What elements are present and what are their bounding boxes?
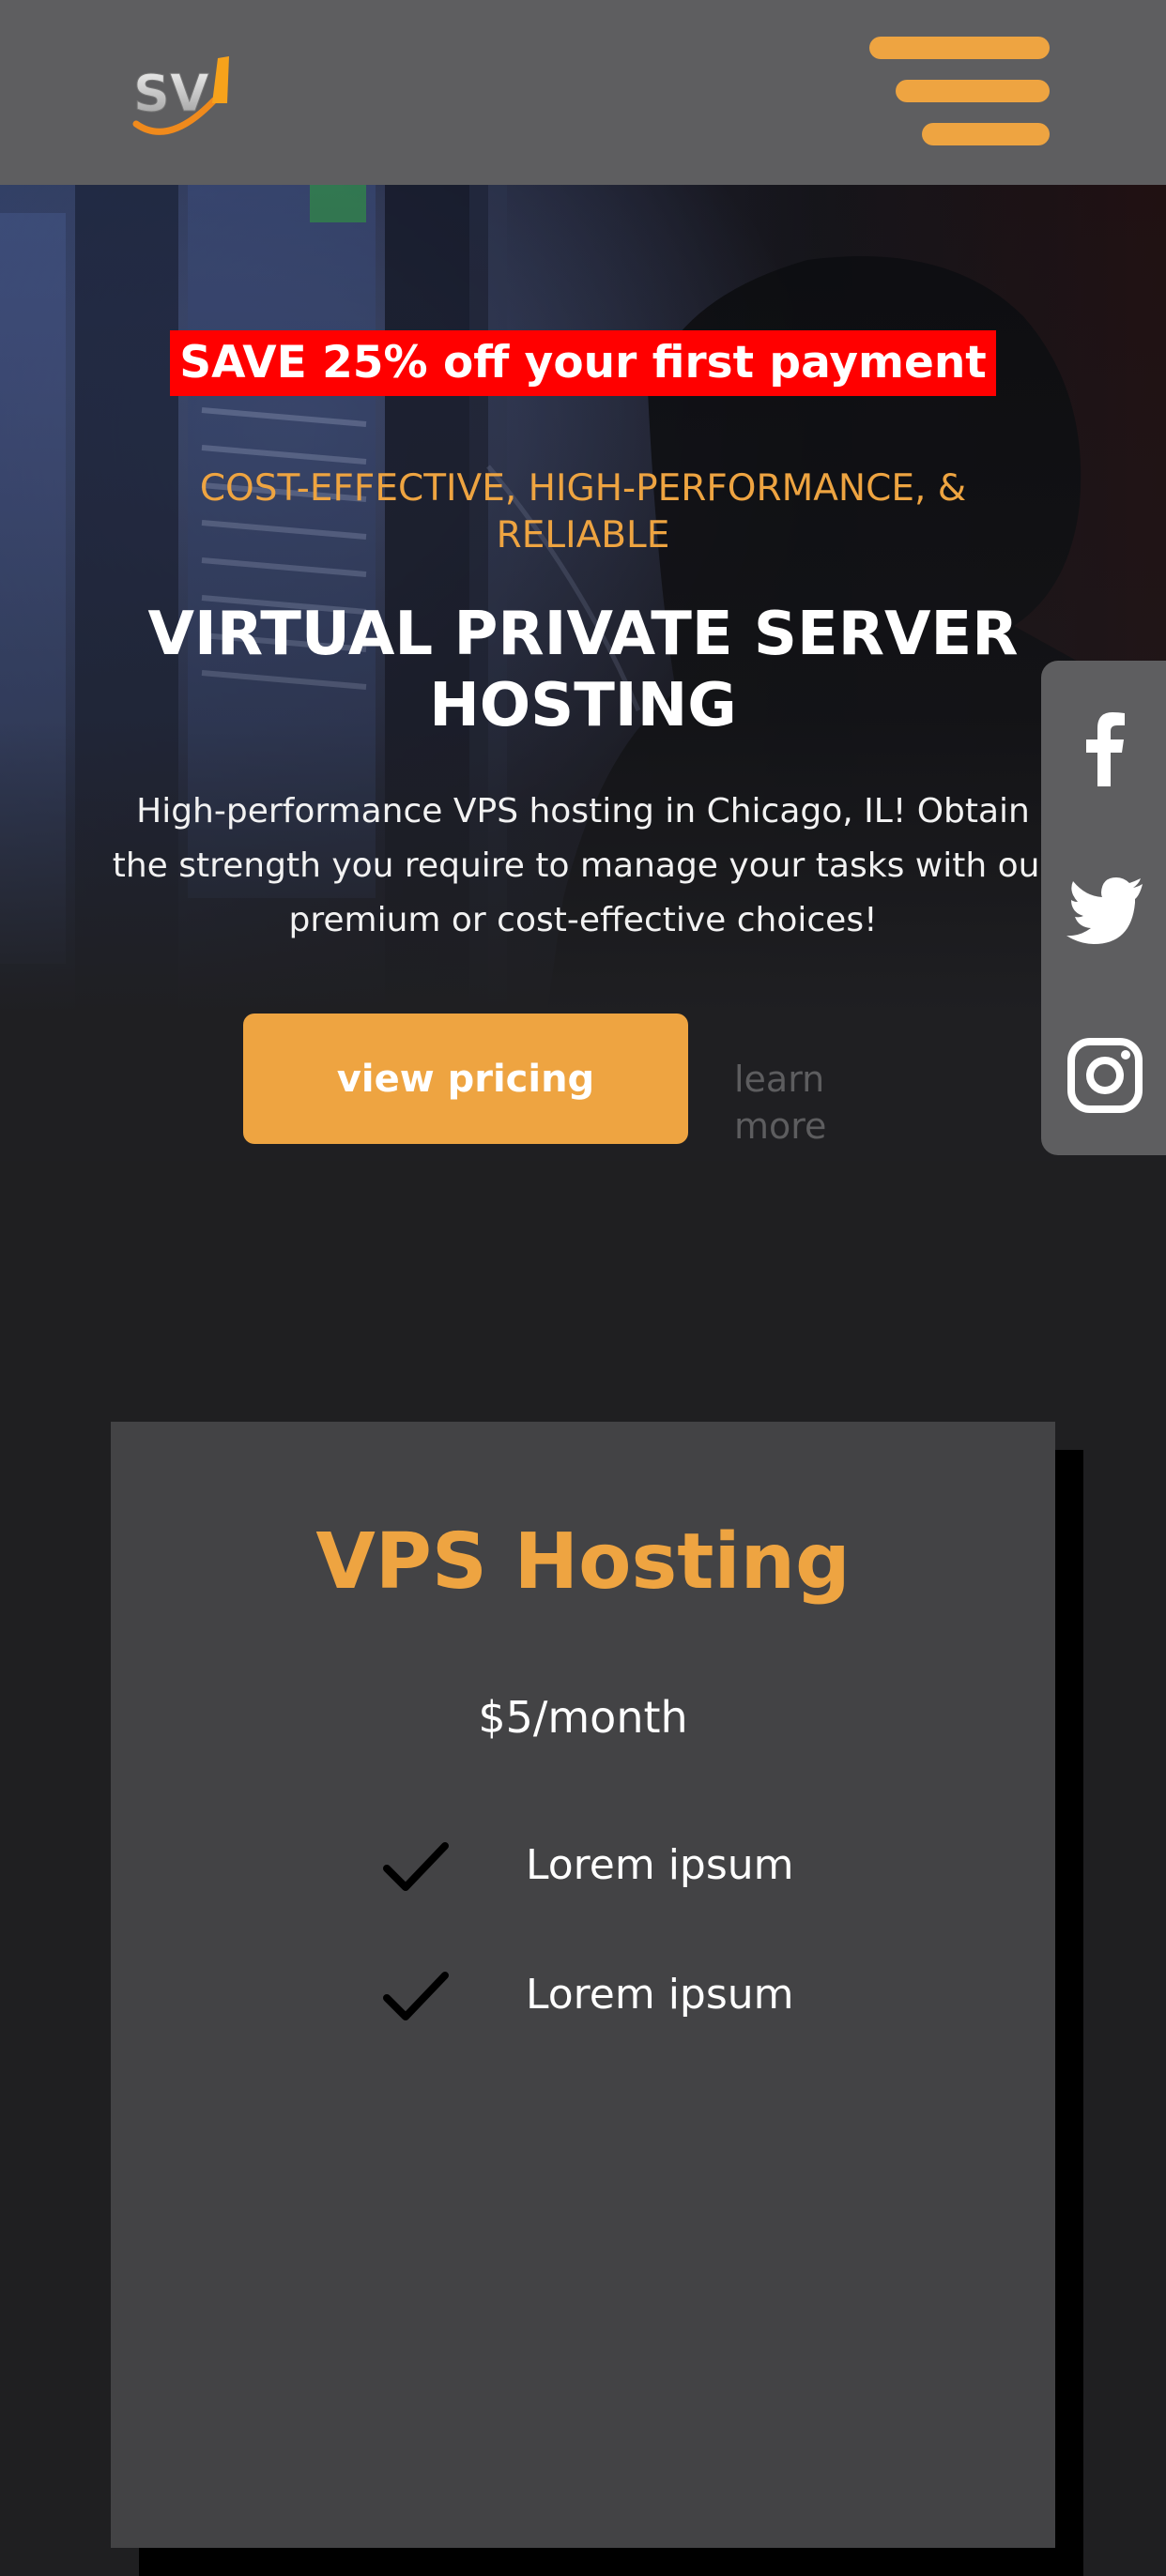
feature-item: Lorem ipsum xyxy=(383,1833,909,1898)
view-pricing-button[interactable]: view pricing xyxy=(243,1014,688,1144)
social-sidebar xyxy=(1041,661,1166,1155)
twitter-icon[interactable] xyxy=(1064,867,1146,950)
feature-text: Lorem ipsum xyxy=(526,1971,794,2019)
feature-item: Lorem ipsum xyxy=(383,1962,909,2028)
checkmark-icon xyxy=(383,1842,449,1891)
hero-title: VIRTUAL PRIVATE SERVER HOSTING xyxy=(147,600,1019,740)
sv-logo[interactable]: SV xyxy=(131,49,235,143)
hero-description: High-performance VPS hosting in Chicago,… xyxy=(112,792,1054,939)
learn-more-link[interactable]: learn more xyxy=(734,1056,922,1150)
instagram-icon[interactable] xyxy=(1064,1034,1146,1117)
card-price: $5/month xyxy=(478,1692,688,1743)
site-header: SV xyxy=(0,0,1166,185)
feature-text: Lorem ipsum xyxy=(526,1841,794,1889)
svg-text:SV: SV xyxy=(133,64,209,123)
checkmark-icon xyxy=(383,1972,449,2020)
hero-tagline: COST-EFFECTIVE, HIGH-PERFORMANCE, & RELI… xyxy=(199,467,967,556)
promo-text: SAVE 25% off your first payment xyxy=(170,330,996,396)
promo-banner: SAVE 25% off your first payment xyxy=(0,330,1166,396)
hamburger-menu-icon[interactable] xyxy=(864,33,1051,155)
menu-line xyxy=(896,80,1050,102)
facebook-icon[interactable] xyxy=(1064,708,1146,790)
card-title: VPS Hosting xyxy=(315,1517,851,1607)
menu-line xyxy=(922,123,1050,145)
menu-line xyxy=(869,37,1050,59)
